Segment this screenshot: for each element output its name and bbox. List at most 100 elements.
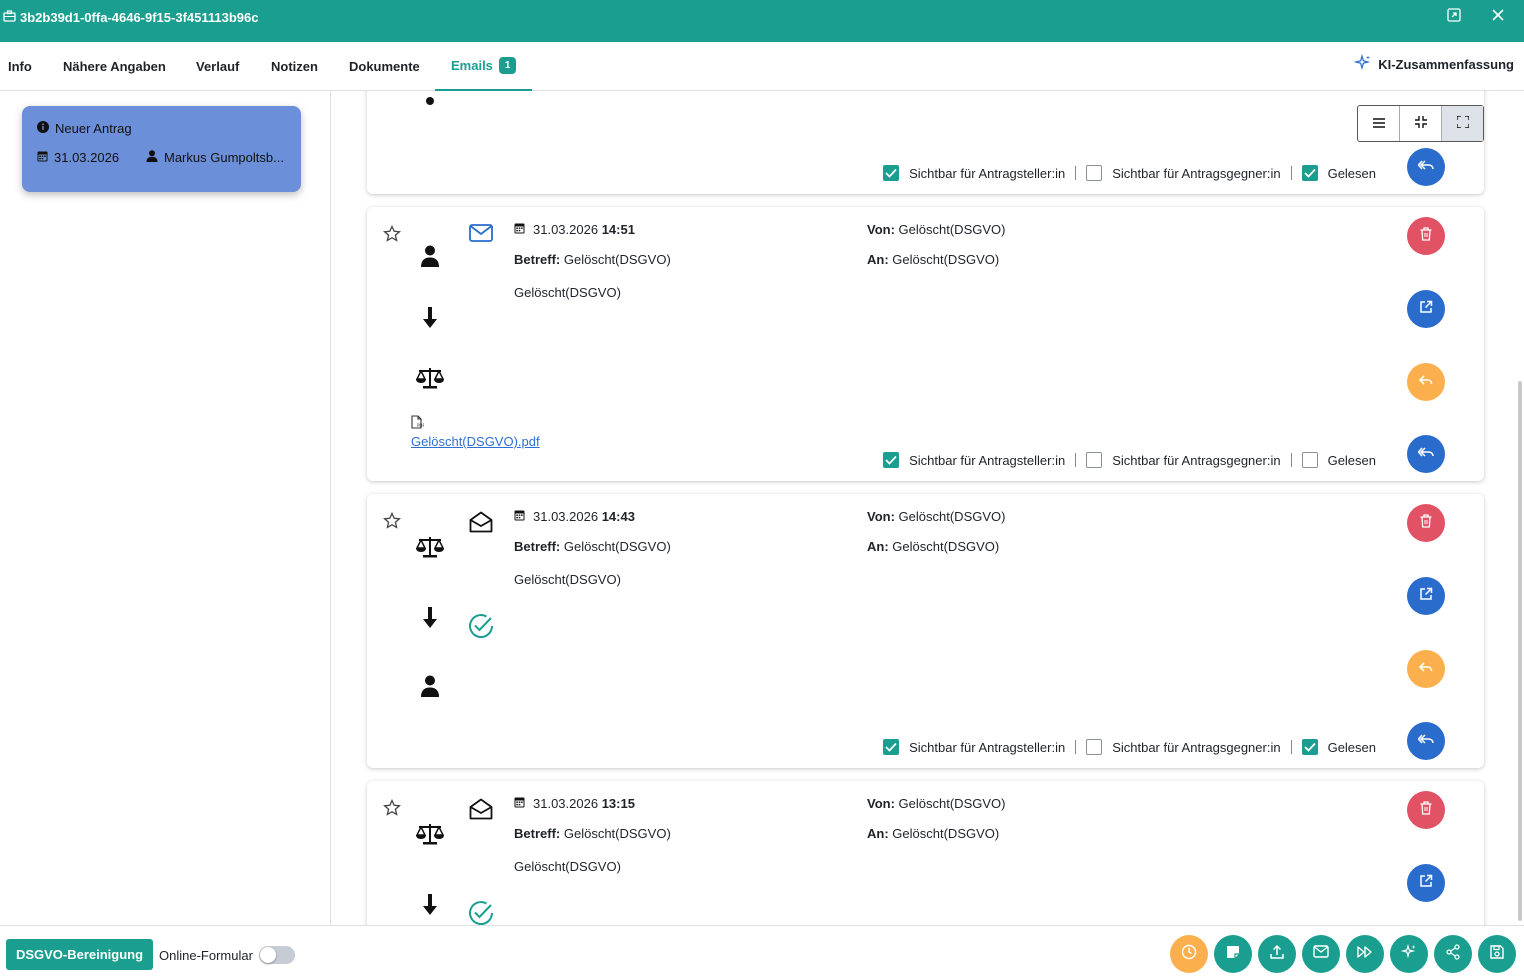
external-link-icon (1419, 587, 1433, 606)
email-from: Von: Gelöscht(DSGVO) (867, 509, 1005, 524)
scrollbar[interactable] (1518, 381, 1522, 921)
checkbox-antragsgegner[interactable]: Sichtbar für Antragsgegner:in (1086, 739, 1281, 755)
close-icon (1492, 8, 1504, 26)
online-form-switch[interactable] (258, 946, 295, 964)
checkbox-box (1301, 165, 1318, 181)
view-toggle (1357, 105, 1484, 142)
note-button[interactable] (1214, 935, 1252, 973)
subject-label: Betreff: (514, 539, 561, 554)
restore-window-button[interactable] (1444, 7, 1464, 26)
open-external-button[interactable] (1407, 864, 1445, 902)
email-list-panel[interactable]: Sichtbar für Antragsteller:in Sichtbar f… (331, 91, 1524, 925)
checkbox-label: Sichtbar für Antragsteller:in (909, 452, 1066, 468)
upload-button[interactable] (1258, 935, 1296, 973)
divider (1075, 453, 1077, 467)
email-date: 31.03.2026 14:51 (514, 222, 635, 237)
email-subject: Betreff: Gelöscht(DSGVO) (514, 826, 671, 841)
email-subject: Betreff: Gelöscht(DSGVO) (514, 252, 671, 267)
reply-all-icon (1417, 445, 1434, 464)
save-button[interactable] (1478, 935, 1516, 973)
trash-icon (1420, 800, 1432, 820)
antrag-status: Neuer Antrag (55, 121, 132, 136)
check-circle-icon (468, 613, 494, 644)
view-compact-button[interactable] (1400, 106, 1442, 141)
checkbox-gelesen[interactable]: Gelesen (1301, 452, 1376, 468)
ki-summary-label: KI-Zusammenfassung (1378, 57, 1514, 72)
checkbox-antragsgegner[interactable]: Sichtbar für Antragsgegner:in (1086, 452, 1281, 468)
to-label: An: (867, 826, 889, 841)
tab-dokumente[interactable]: Dokumente (349, 42, 420, 91)
reply-all-button[interactable] (1407, 148, 1445, 186)
reply-all-button[interactable] (1407, 722, 1445, 760)
delete-button[interactable] (1407, 504, 1445, 542)
arrow-down-icon (415, 894, 445, 916)
close-window-button[interactable] (1488, 8, 1508, 26)
forward-button[interactable] (1346, 935, 1384, 973)
title-bar: 3b2b39d1-0ffa-4646-9f15-3f451113b96c (0, 0, 1524, 42)
checkbox-antragsteller[interactable]: Sichtbar für Antragsteller:in (883, 452, 1065, 468)
tab-emails[interactable]: Emails 1 (435, 42, 532, 91)
email-date-text: 31.03.2026 (533, 222, 599, 237)
user-icon (415, 245, 445, 267)
antrag-card[interactable]: Neuer Antrag 31.03.2026 Markus Gumpoltsb… (22, 106, 301, 192)
tab-naehere-angaben[interactable]: Nähere Angaben (63, 42, 166, 91)
checkbox-antragsgegner[interactable]: Sichtbar für Antragsgegner:in (1086, 165, 1281, 181)
delete-button[interactable] (1407, 217, 1445, 255)
star-icon[interactable] (383, 798, 401, 822)
view-expanded-button[interactable] (1442, 106, 1483, 141)
view-list-button[interactable] (1358, 106, 1400, 141)
dsgvo-cleanup-button[interactable]: DSGVO-Bereinigung (6, 939, 153, 970)
reply-all-button[interactable] (1407, 435, 1445, 473)
divider (1290, 166, 1292, 180)
sparkle-icon (1353, 53, 1372, 75)
email-date: 31.03.2026 14:43 (514, 509, 635, 524)
calendar-icon (37, 150, 48, 165)
delete-button[interactable] (1407, 791, 1445, 829)
star-icon[interactable] (383, 511, 401, 535)
calendar-icon (514, 222, 525, 237)
reply-all-icon (1417, 158, 1434, 177)
svg-text:PDF: PDF (417, 423, 424, 428)
floppy-disk-icon (1489, 944, 1505, 965)
subject-label: Betreff: (514, 252, 561, 267)
email-button[interactable] (1302, 935, 1340, 973)
email-card: 31.03.2026 14:51 Betreff: Gelöscht(DSGVO… (367, 207, 1484, 481)
checkbox-gelesen[interactable]: Gelesen (1301, 165, 1376, 181)
attachment-link[interactable]: Gelöscht(DSGVO).pdf (411, 434, 540, 449)
email-subject: Betreff: Gelöscht(DSGVO) (514, 539, 671, 554)
star-icon[interactable] (383, 224, 401, 248)
tab-label: Verlauf (196, 59, 240, 74)
sparkle-icon (1400, 943, 1417, 965)
visibility-checks: Sichtbar für Antragsteller:in Sichtbar f… (883, 452, 1376, 468)
ai-button[interactable] (1390, 935, 1428, 973)
checkbox-label: Sichtbar für Antragsgegner:in (1112, 452, 1281, 468)
checkbox-antragsteller[interactable]: Sichtbar für Antragsteller:in (883, 739, 1065, 755)
switch-knob (259, 947, 276, 963)
calendar-icon (514, 796, 525, 811)
scale-icon (415, 823, 445, 845)
share-button[interactable] (1434, 935, 1472, 973)
divider (1075, 740, 1077, 754)
window-title-text: 3b2b39d1-0ffa-4646-9f15-3f451113b96c (20, 9, 259, 25)
from-value: Gelöscht(DSGVO) (898, 509, 1006, 524)
open-external-button[interactable] (1407, 577, 1445, 615)
email-card: Sichtbar für Antragsteller:in Sichtbar f… (367, 91, 1484, 194)
email-date-text: 31.03.2026 (533, 796, 599, 811)
email-body: Gelöscht(DSGVO) (514, 285, 621, 300)
tab-info[interactable]: Info (8, 42, 32, 91)
reminder-button[interactable] (1170, 935, 1208, 973)
tab-notizen[interactable]: Notizen (271, 42, 318, 91)
checkbox-gelesen[interactable]: Gelesen (1301, 739, 1376, 755)
sticky-note-icon (1226, 945, 1240, 964)
checkbox-antragsteller[interactable]: Sichtbar für Antragsteller:in (883, 165, 1065, 181)
from-label: Von: (867, 222, 895, 237)
open-external-button[interactable] (1407, 290, 1445, 328)
checkbox-box (883, 452, 900, 468)
tab-label: Info (8, 59, 32, 74)
reply-button[interactable] (1407, 363, 1445, 401)
email-from: Von: Gelöscht(DSGVO) (867, 222, 1005, 237)
reply-button[interactable] (1407, 650, 1445, 688)
ki-summary-button[interactable]: KI-Zusammenfassung (1353, 53, 1514, 75)
checkbox-label: Sichtbar für Antragsgegner:in (1112, 739, 1281, 755)
tab-verlauf[interactable]: Verlauf (196, 42, 239, 91)
